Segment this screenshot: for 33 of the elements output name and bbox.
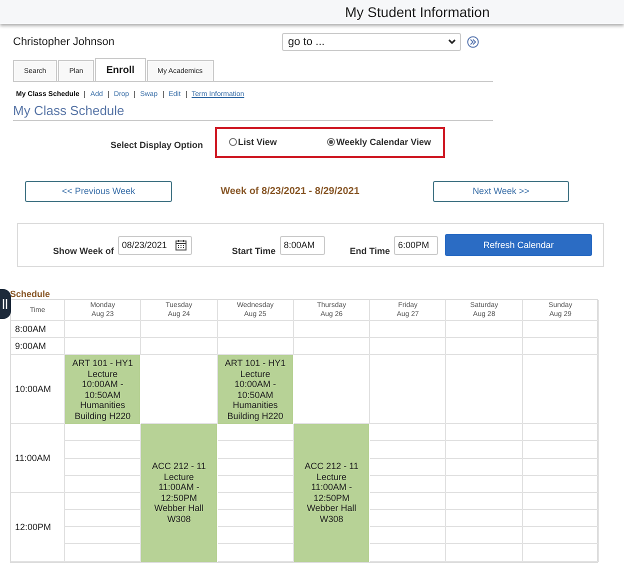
page-title: My Class Schedule (13, 103, 493, 121)
time-label: 12:00PM (11, 492, 65, 562)
schedule-title: Schedule (10, 289, 52, 299)
goto-select[interactable]: go to ... (282, 33, 461, 51)
nav-tab[interactable]: Enroll (95, 58, 146, 81)
view-radio[interactable]: List View (229, 137, 277, 147)
previous-week-button[interactable]: << Previous Week (25, 180, 172, 202)
time-label: 8:00AM (11, 321, 65, 338)
end-time-field[interactable]: 6:00PM (394, 236, 438, 254)
week-title: Week of 8/23/2021 - 8/29/2021 (220, 186, 360, 196)
header-title: My Student Information (345, 4, 490, 20)
date-field[interactable]: 08/23/2021 (118, 236, 192, 254)
class-event[interactable]: ACC 212 - 11 Lecture 11:00AM - 12:50PM Webber Hall W308 (141, 424, 218, 562)
drag-handle-icon[interactable] (0, 289, 11, 319)
view-radio[interactable]: Weekly Calendar View (327, 137, 431, 147)
time-label: 9:00AM (11, 338, 65, 356)
next-week-button[interactable]: Next Week >> (433, 180, 569, 202)
chevron-down-icon (448, 39, 456, 45)
start-time-field[interactable]: 8:00AM (280, 236, 325, 254)
refresh-calendar-button[interactable]: Refresh Calendar (445, 234, 592, 256)
radio-icon[interactable] (229, 138, 237, 146)
show-week-label: Show Week of (53, 245, 114, 256)
radio-icon[interactable] (327, 138, 336, 146)
calendar-icon[interactable] (174, 239, 187, 251)
class-event[interactable]: ACC 212 - 11 Lecture 11:00AM - 12:50PM Webber Hall W308 (294, 424, 370, 562)
student-name: Christopher Johnson (13, 36, 116, 48)
class-event[interactable]: ART 101 - HY1 Lecture 10:00AM - 10:50AM Humanities Building H220 (218, 355, 294, 424)
go-icon[interactable] (467, 36, 479, 48)
class-event[interactable]: ART 101 - HY1 Lecture 10:00AM - 10:50AM Humanities Building H220 (65, 355, 142, 424)
end-time-label: End Time (350, 245, 390, 256)
start-time-label: Start Time (232, 245, 276, 256)
display-option-label: Select Display Option (109, 139, 203, 150)
time-label: 11:00AM (11, 424, 65, 493)
